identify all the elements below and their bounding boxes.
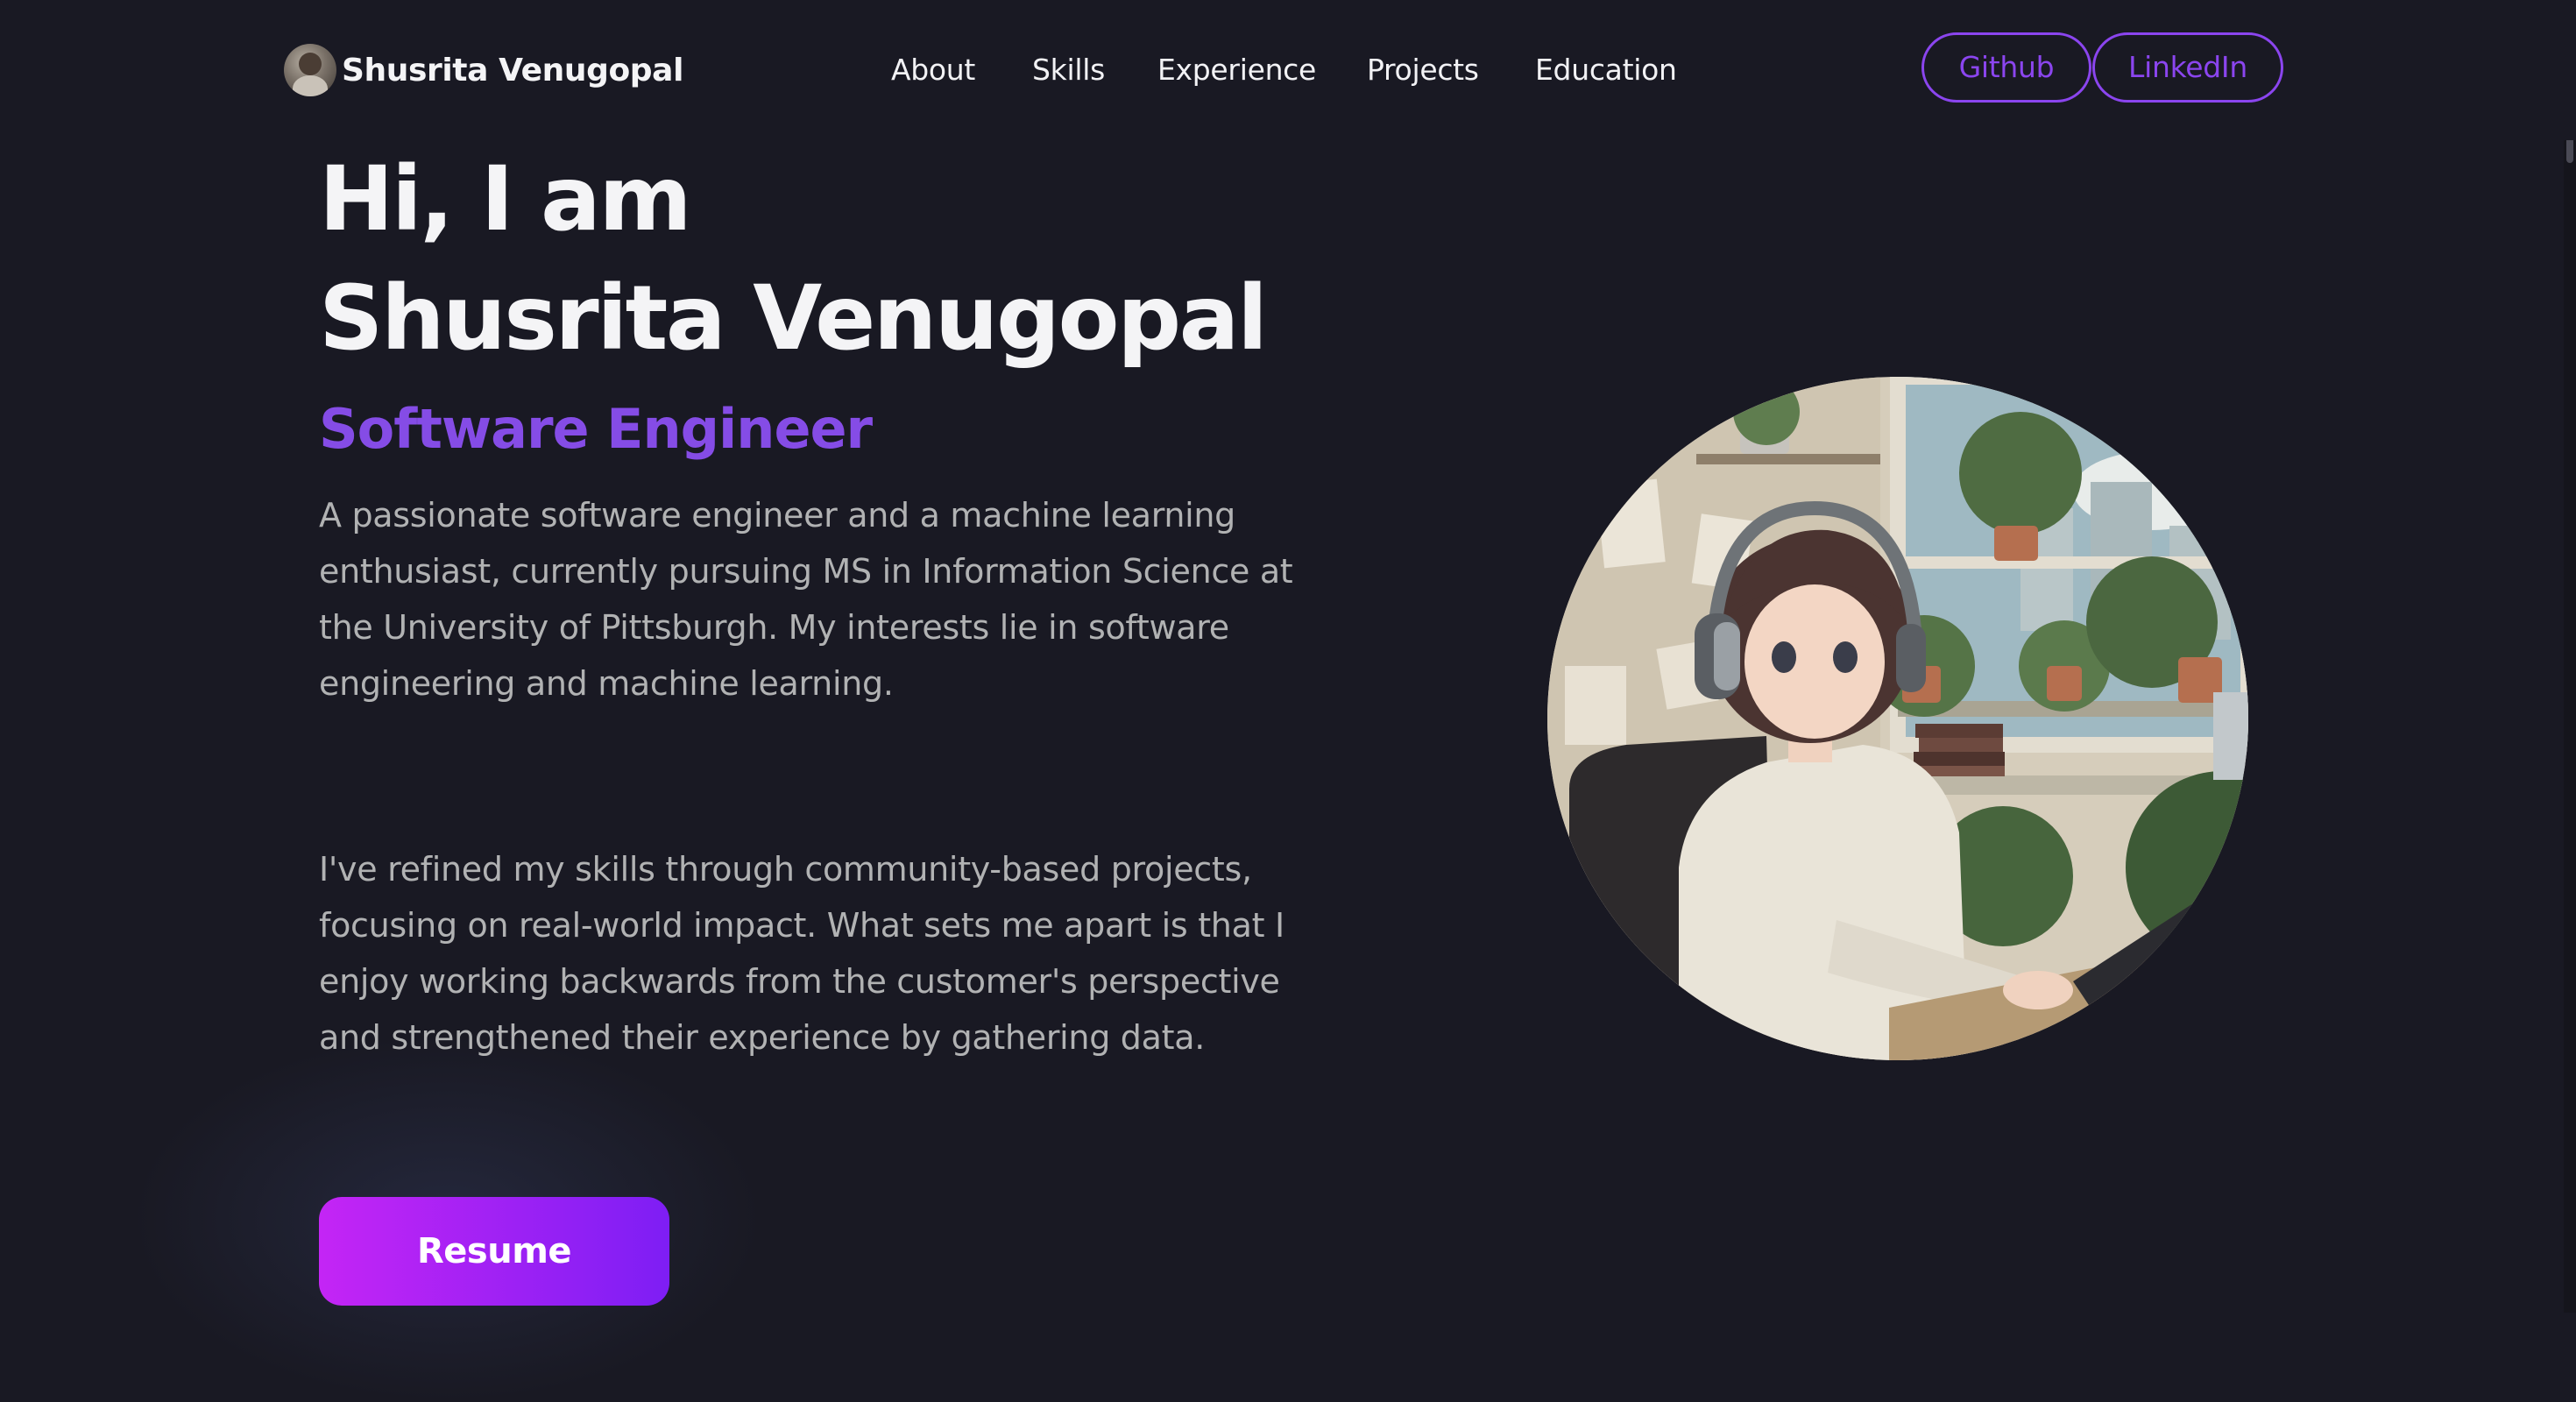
hero-title: Hi, I am Shusrita Venugopal bbox=[319, 140, 1268, 379]
linkedin-button[interactable]: LinkedIn bbox=[2092, 32, 2283, 103]
hero-illustration bbox=[1547, 377, 2248, 1060]
navbar: Shusrita Venugopal About Skills Experien… bbox=[0, 0, 2576, 140]
nav-link-education[interactable]: Education bbox=[1535, 44, 1677, 96]
hero-description-2: I've refined my skills through community… bbox=[319, 850, 1284, 1057]
nav-link-experience[interactable]: Experience bbox=[1157, 44, 1316, 96]
hero-greeting: Hi, I am bbox=[319, 147, 692, 251]
nav-link-skills[interactable]: Skills bbox=[1032, 44, 1105, 96]
hero-description-1: A passionate software engineer and a mac… bbox=[319, 496, 1293, 703]
nav-link-about[interactable]: About bbox=[891, 44, 975, 96]
resume-button[interactable]: Resume bbox=[319, 1197, 669, 1306]
nav-link-projects[interactable]: Projects bbox=[1367, 44, 1479, 96]
hero-role: Software Engineer bbox=[319, 397, 873, 461]
github-button[interactable]: Github bbox=[1921, 32, 2091, 103]
hero-name: Shusrita Venugopal bbox=[319, 266, 1268, 371]
page-scrollbar[interactable] bbox=[2564, 0, 2576, 1313]
